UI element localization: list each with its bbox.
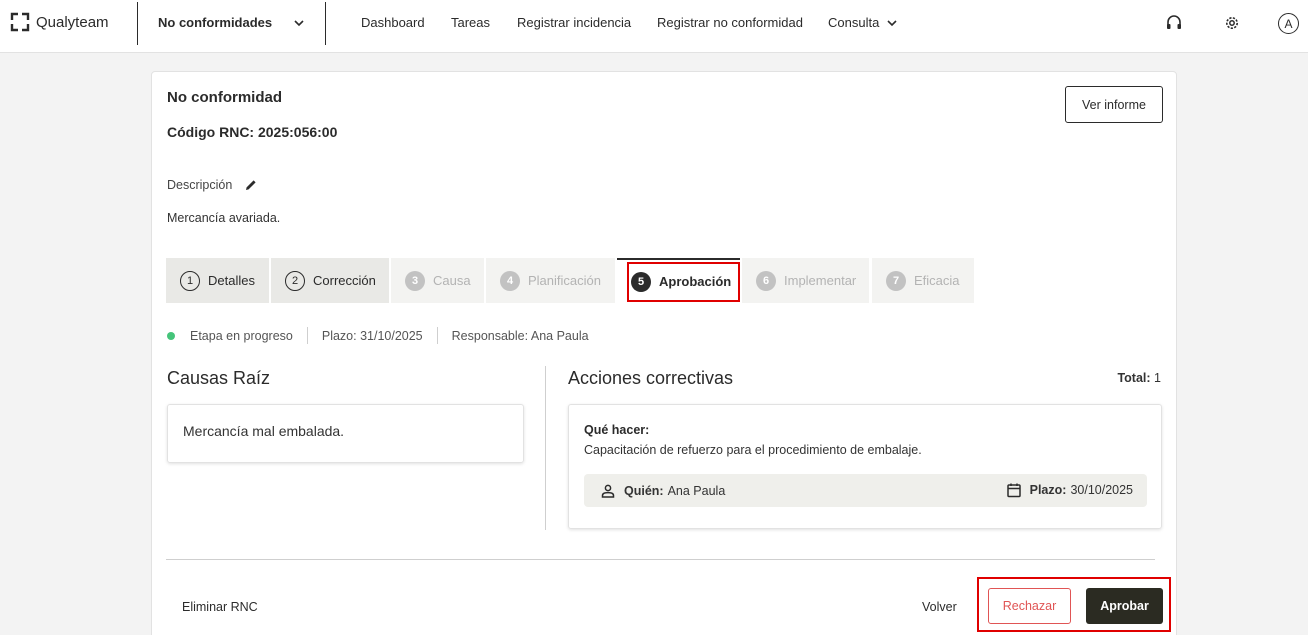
delete-rnc-button[interactable]: Eliminar RNC (182, 600, 258, 614)
who-label: Quién: (624, 484, 664, 498)
divider (325, 2, 326, 45)
step-label: Implementar (784, 273, 857, 288)
divider (137, 2, 138, 45)
back-button[interactable]: Volver (922, 600, 957, 614)
step-label: Planificación (528, 273, 601, 288)
root-cause-item: Mercancía mal embalada. (167, 404, 524, 463)
nav-registrar-incidencia[interactable]: Registrar incidencia (517, 15, 631, 30)
who-value: Ana Paula (667, 484, 726, 498)
headset-icon[interactable] (1165, 14, 1183, 32)
step-causa[interactable]: 3 Causa (391, 258, 484, 303)
module-selector-label: No conformidades (158, 15, 273, 30)
active-step-highlight (627, 262, 740, 302)
chevron-down-icon (294, 19, 304, 26)
step-detalles[interactable]: 1 Detalles (166, 258, 269, 303)
description-label: Descripción (167, 178, 233, 192)
deadline-label: Plazo: (1029, 483, 1067, 497)
step-planificacion[interactable]: 4 Planificación (486, 258, 615, 303)
status-dot (167, 331, 175, 340)
top-navigation-bar: Qualyteam No conformidades Dashboard Tar… (0, 0, 1308, 53)
actions-total: Total: 1 (1117, 371, 1161, 385)
step-eficacia[interactable]: 7 Eficacia (872, 258, 974, 303)
rnc-card: No conformidad Código RNC: 2025:056:00 V… (151, 71, 1177, 635)
step-number: 3 (405, 270, 425, 291)
person-icon (601, 484, 615, 498)
view-report-button[interactable]: Ver informe (1065, 86, 1163, 123)
stage-deadline: Plazo: 31/10/2025 (321, 328, 423, 343)
footer-divider (166, 559, 1155, 560)
step-label: Eficacia (914, 273, 960, 288)
total-label: Total: (1117, 371, 1151, 385)
app-name: Qualyteam (36, 13, 109, 31)
deadline-value: 30/10/2025 (1070, 483, 1133, 497)
step-label: Detalles (208, 273, 255, 288)
user-avatar[interactable]: A (1278, 13, 1299, 34)
pencil-icon[interactable] (244, 178, 258, 192)
step-label: Corrección (313, 273, 376, 288)
step-label: Causa (433, 273, 471, 288)
gear-icon[interactable] (1223, 14, 1241, 32)
step-number: 6 (756, 270, 776, 291)
action-owner: Quién: Ana Paula (600, 483, 725, 499)
stage-responsible: Responsable: Ana Paula (451, 328, 589, 343)
what-text: Capacitación de refuerzo para el procedi… (584, 443, 922, 457)
stage-status: Etapa en progreso (190, 328, 293, 343)
root-causes-heading: Causas Raíz (167, 368, 271, 388)
action-meta-bar: Quién: Ana Paula Plazo: 30/10/2025 (584, 474, 1147, 507)
nav-consulta[interactable]: Consulta (828, 15, 897, 30)
nav-tareas[interactable]: Tareas (451, 15, 490, 30)
step-implementar[interactable]: 6 Implementar (742, 258, 869, 303)
step-number: 1 (180, 270, 200, 291)
action-deadline: Plazo: 30/10/2025 (1006, 482, 1133, 498)
qualyteam-logo-icon (10, 12, 30, 32)
step-number: 4 (500, 270, 520, 291)
nav-dashboard[interactable]: Dashboard (361, 15, 425, 30)
divider (436, 327, 438, 344)
description-text: Mercancía avariada. (167, 211, 281, 225)
step-number: 7 (886, 270, 906, 291)
column-divider (545, 366, 546, 530)
corrective-action-card: Qué hacer: Capacitación de refuerzo para… (568, 404, 1162, 529)
nav-registrar-no-conformidad[interactable]: Registrar no conformidad (657, 15, 803, 30)
page-title: No conformidad (167, 89, 282, 106)
step-number: 2 (285, 270, 305, 291)
app-logo[interactable]: Qualyteam (10, 12, 109, 32)
description-header: Descripción (167, 178, 258, 192)
rnc-code: Código RNC: 2025:056:00 (167, 124, 338, 140)
chevron-down-icon (887, 19, 897, 26)
nav-consulta-label: Consulta (828, 15, 880, 30)
step-correccion[interactable]: 2 Corrección (271, 258, 389, 303)
module-selector[interactable]: No conformidades (158, 15, 304, 30)
status-row: Etapa en progreso Plazo: 31/10/2025 Resp… (167, 327, 589, 344)
total-value: 1 (1154, 371, 1161, 385)
what-label: Qué hacer: (584, 423, 650, 437)
divider (306, 327, 308, 344)
corrective-actions-heading: Acciones correctivas (568, 368, 734, 388)
approval-actions-highlight (977, 577, 1171, 632)
calendar-icon (1006, 483, 1021, 498)
